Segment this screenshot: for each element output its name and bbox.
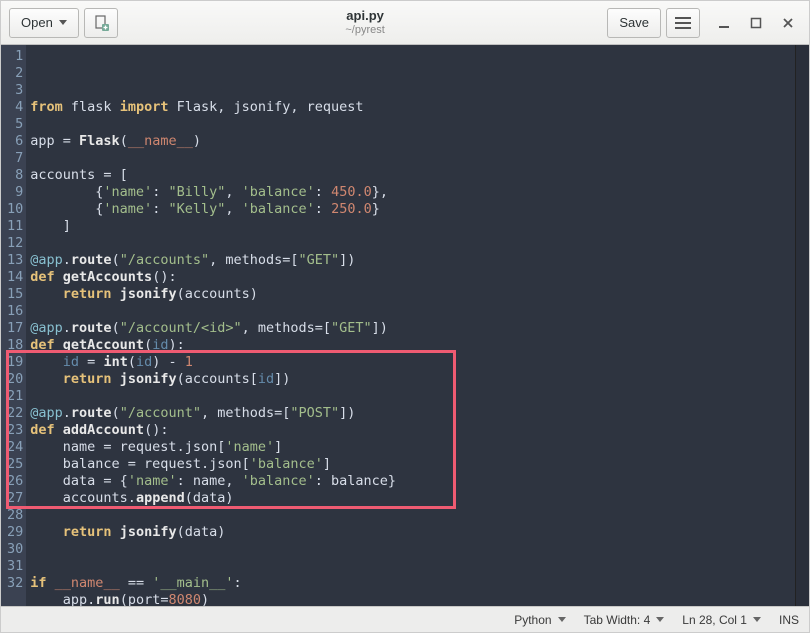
tab-width-selector[interactable]: Tab Width: 4 bbox=[584, 613, 665, 627]
maximize-icon bbox=[750, 17, 762, 29]
line-number: 10 bbox=[7, 201, 23, 218]
line-number: 5 bbox=[7, 116, 23, 133]
line-number: 9 bbox=[7, 184, 23, 201]
line-number: 31 bbox=[7, 558, 23, 575]
code-line[interactable] bbox=[30, 558, 795, 575]
code-line[interactable]: return jsonify(data) bbox=[30, 524, 795, 541]
line-number: 2 bbox=[7, 65, 23, 82]
line-number: 19 bbox=[7, 354, 23, 371]
code-line[interactable]: def getAccount(id): bbox=[30, 337, 795, 354]
open-button-label: Open bbox=[21, 15, 53, 30]
new-document-button[interactable] bbox=[84, 8, 118, 38]
code-line[interactable]: {'name': "Kelly", 'balance': 250.0} bbox=[30, 201, 795, 218]
line-number: 11 bbox=[7, 218, 23, 235]
status-bar: Python Tab Width: 4 Ln 28, Col 1 INS bbox=[1, 606, 809, 632]
line-number: 1 bbox=[7, 48, 23, 65]
line-number: 29 bbox=[7, 524, 23, 541]
code-line[interactable] bbox=[30, 116, 795, 133]
code-line[interactable]: @app.route("/account", methods=["POST"]) bbox=[30, 405, 795, 422]
code-line[interactable]: accounts.append(data) bbox=[30, 490, 795, 507]
line-number: 20 bbox=[7, 371, 23, 388]
line-number: 4 bbox=[7, 99, 23, 116]
code-line[interactable] bbox=[30, 541, 795, 558]
line-number: 24 bbox=[7, 439, 23, 456]
line-number: 14 bbox=[7, 269, 23, 286]
chevron-down-icon bbox=[59, 20, 67, 25]
code-line[interactable] bbox=[30, 150, 795, 167]
vertical-scrollbar[interactable] bbox=[795, 45, 809, 606]
maximize-button[interactable] bbox=[743, 10, 769, 36]
code-line[interactable]: app.run(port=8080) bbox=[30, 592, 795, 606]
line-number: 21 bbox=[7, 388, 23, 405]
code-line[interactable]: accounts = [ bbox=[30, 167, 795, 184]
line-number: 15 bbox=[7, 286, 23, 303]
line-number: 32 bbox=[7, 575, 23, 592]
code-line[interactable] bbox=[30, 388, 795, 405]
cursor-position[interactable]: Ln 28, Col 1 bbox=[682, 613, 761, 627]
line-number: 26 bbox=[7, 473, 23, 490]
chevron-down-icon bbox=[753, 617, 761, 622]
code-line[interactable]: balance = request.json['balance'] bbox=[30, 456, 795, 473]
line-number: 7 bbox=[7, 150, 23, 167]
code-content[interactable]: from flask import Flask, jsonify, reques… bbox=[26, 45, 795, 606]
line-number: 27 bbox=[7, 490, 23, 507]
language-label: Python bbox=[514, 613, 551, 627]
editor-area[interactable]: 1234567891011121314151617181920212223242… bbox=[1, 45, 809, 606]
code-line[interactable]: return jsonify(accounts[id]) bbox=[30, 371, 795, 388]
file-title: api.py bbox=[123, 9, 608, 24]
open-button[interactable]: Open bbox=[9, 8, 79, 38]
code-line[interactable] bbox=[30, 235, 795, 252]
code-line[interactable]: return jsonify(accounts) bbox=[30, 286, 795, 303]
minimize-icon bbox=[718, 17, 730, 29]
line-number: 17 bbox=[7, 320, 23, 337]
cursor-position-label: Ln 28, Col 1 bbox=[682, 613, 747, 627]
insert-mode-label: INS bbox=[779, 613, 799, 627]
code-line[interactable]: from flask import Flask, jsonify, reques… bbox=[30, 99, 795, 116]
line-number-gutter: 1234567891011121314151617181920212223242… bbox=[1, 45, 26, 606]
line-number: 16 bbox=[7, 303, 23, 320]
title-block: api.py ~/pyrest bbox=[123, 9, 608, 37]
code-line[interactable]: @app.route("/account/<id>", methods=["GE… bbox=[30, 320, 795, 337]
line-number: 23 bbox=[7, 422, 23, 439]
code-line[interactable]: if __name__ == '__main__': bbox=[30, 575, 795, 592]
close-icon bbox=[782, 17, 794, 29]
line-number: 25 bbox=[7, 456, 23, 473]
code-line[interactable]: def getAccounts(): bbox=[30, 269, 795, 286]
line-number: 12 bbox=[7, 235, 23, 252]
code-line[interactable]: ] bbox=[30, 218, 795, 235]
code-line[interactable]: @app.route("/accounts", methods=["GET"]) bbox=[30, 252, 795, 269]
chevron-down-icon bbox=[656, 617, 664, 622]
minimize-button[interactable] bbox=[711, 10, 737, 36]
toolbar: Open api.py ~/pyrest Save bbox=[1, 1, 809, 45]
line-number: 28 bbox=[7, 507, 23, 524]
insert-mode[interactable]: INS bbox=[779, 613, 799, 627]
line-number: 3 bbox=[7, 82, 23, 99]
chevron-down-icon bbox=[558, 617, 566, 622]
hamburger-menu-button[interactable] bbox=[666, 8, 700, 38]
code-line[interactable]: name = request.json['name'] bbox=[30, 439, 795, 456]
code-line[interactable] bbox=[30, 507, 795, 524]
tab-width-label: Tab Width: 4 bbox=[584, 613, 651, 627]
code-line[interactable]: data = {'name': name, 'balance': balance… bbox=[30, 473, 795, 490]
code-line[interactable]: app = Flask(__name__) bbox=[30, 133, 795, 150]
line-number: 30 bbox=[7, 541, 23, 558]
line-number: 13 bbox=[7, 252, 23, 269]
line-number: 6 bbox=[7, 133, 23, 150]
new-document-icon bbox=[93, 15, 109, 31]
hamburger-icon bbox=[675, 17, 691, 29]
code-line[interactable]: def addAccount(): bbox=[30, 422, 795, 439]
line-number: 22 bbox=[7, 405, 23, 422]
file-subtitle: ~/pyrest bbox=[123, 24, 608, 37]
language-selector[interactable]: Python bbox=[514, 613, 565, 627]
line-number: 18 bbox=[7, 337, 23, 354]
code-line[interactable] bbox=[30, 303, 795, 320]
close-button[interactable] bbox=[775, 10, 801, 36]
line-number: 8 bbox=[7, 167, 23, 184]
code-line[interactable]: id = int(id) - 1 bbox=[30, 354, 795, 371]
code-line[interactable]: {'name': "Billy", 'balance': 450.0}, bbox=[30, 184, 795, 201]
save-button[interactable]: Save bbox=[607, 8, 661, 38]
save-button-label: Save bbox=[619, 15, 649, 30]
